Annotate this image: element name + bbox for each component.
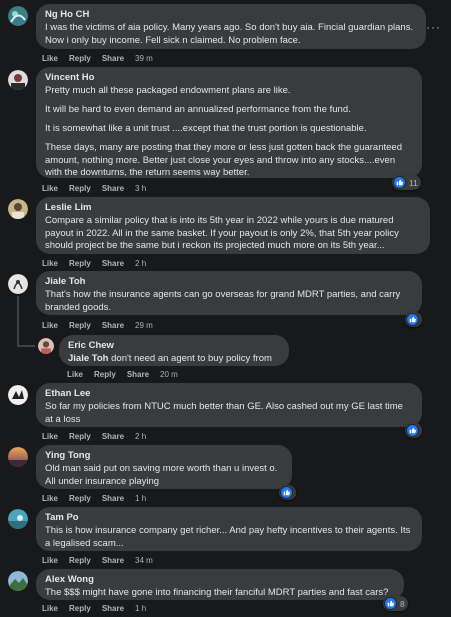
avatar[interactable] bbox=[8, 509, 28, 529]
comment-author[interactable]: Ying Tong bbox=[45, 450, 283, 462]
comment-text: That's how the insurance agents can go o… bbox=[45, 289, 401, 313]
comment-author[interactable]: Jiale Toh bbox=[45, 276, 413, 288]
timestamp[interactable]: 1 h bbox=[135, 604, 146, 613]
like-button[interactable]: Like bbox=[42, 556, 58, 565]
like-reaction-icon bbox=[406, 313, 419, 326]
comment-text: Old man said put on saving more worth th… bbox=[45, 463, 283, 488]
comment-actions: Like Reply Share 29 m bbox=[42, 321, 153, 330]
share-button[interactable]: Share bbox=[102, 604, 124, 613]
comment-actions: Like Reply Share 39 m bbox=[42, 54, 153, 63]
reaction-count[interactable]: 11 bbox=[392, 175, 421, 190]
comment-bubble: Tam Po This is how insurance company get… bbox=[36, 507, 422, 551]
comment-text: I was the victims of aia policy. Many ye… bbox=[45, 22, 414, 46]
avatar[interactable] bbox=[8, 385, 28, 405]
comment-bubble: Vincent Ho Pretty much all these package… bbox=[36, 67, 422, 178]
avatar[interactable] bbox=[8, 6, 28, 26]
comment-author[interactable]: Alex Wong bbox=[45, 574, 395, 586]
timestamp[interactable]: 34 m bbox=[135, 556, 153, 565]
reaction-count[interactable] bbox=[405, 423, 422, 438]
reply-button[interactable]: Reply bbox=[69, 556, 91, 565]
thread-connector bbox=[17, 345, 35, 347]
comment-author[interactable]: Leslie Lim bbox=[45, 202, 421, 214]
reaction-count-text: 11 bbox=[409, 177, 418, 188]
comment-text: The $$$ might have gone into financing t… bbox=[45, 587, 389, 598]
comment-actions: Like Reply Share 1 h bbox=[42, 604, 146, 613]
timestamp[interactable]: 2 h bbox=[135, 432, 146, 441]
comment-text: Jiale Toh don't need an agent to buy pol… bbox=[68, 353, 272, 364]
comment-bubble: Leslie Lim Compare a similar policy that… bbox=[36, 197, 430, 254]
comment-author[interactable]: Eric Chew bbox=[68, 340, 280, 352]
like-button[interactable]: Like bbox=[42, 604, 58, 613]
like-reaction-icon bbox=[280, 486, 293, 499]
comment-line: Old man said put on saving more worth th… bbox=[45, 463, 278, 474]
like-reaction-icon bbox=[393, 176, 406, 189]
reply-button[interactable]: Reply bbox=[69, 432, 91, 441]
comment-author[interactable]: Tam Po bbox=[45, 512, 413, 524]
comment-actions: Like Reply Share 1 h bbox=[42, 494, 146, 503]
reply-button[interactable]: Reply bbox=[69, 321, 91, 330]
comment-text: So far my policies from NTUC much better… bbox=[45, 401, 403, 425]
comment-text: Pretty much all these packaged endowment… bbox=[45, 85, 402, 178]
like-button[interactable]: Like bbox=[67, 370, 83, 379]
share-button[interactable]: Share bbox=[102, 432, 124, 441]
like-button[interactable]: Like bbox=[42, 321, 58, 330]
comment-bubble: Jiale Toh That's how the insurance agent… bbox=[36, 271, 422, 315]
avatar[interactable] bbox=[8, 199, 28, 219]
reaction-count[interactable] bbox=[279, 485, 296, 500]
avatar[interactable] bbox=[8, 274, 28, 294]
comment-line: All under insurance playing bbox=[45, 475, 160, 487]
timestamp[interactable]: 39 m bbox=[135, 54, 153, 63]
avatar[interactable] bbox=[8, 70, 28, 90]
comment-author[interactable]: Ng Ho CH bbox=[45, 9, 417, 21]
mention-link[interactable]: Jiale Toh bbox=[68, 353, 108, 364]
comment-text: This is how insurance company get richer… bbox=[45, 525, 411, 549]
like-button[interactable]: Like bbox=[42, 432, 58, 441]
share-button[interactable]: Share bbox=[102, 259, 124, 268]
comment-text: Compare a similar policy that is into it… bbox=[45, 215, 399, 251]
comment-actions: Like Reply Share 2 h bbox=[42, 432, 146, 441]
comment-actions: Like Reply Share 34 m bbox=[42, 556, 153, 565]
comment-author[interactable]: Vincent Ho bbox=[45, 72, 413, 84]
reply-button[interactable]: Reply bbox=[69, 604, 91, 613]
avatar[interactable] bbox=[8, 571, 28, 591]
comment-actions: Like Reply Share 2 h bbox=[42, 259, 146, 268]
reaction-count[interactable]: 8 bbox=[383, 596, 408, 611]
comment-bubble: Alex Wong The $$$ might have gone into f… bbox=[36, 569, 404, 600]
share-button[interactable]: Share bbox=[102, 556, 124, 565]
reply-button[interactable]: Reply bbox=[94, 370, 116, 379]
reply-button[interactable]: Reply bbox=[69, 494, 91, 503]
share-button[interactable]: Share bbox=[102, 184, 124, 193]
timestamp[interactable]: 1 h bbox=[135, 494, 146, 503]
more-options-icon[interactable]: ··· bbox=[426, 20, 441, 34]
reply-button[interactable]: Reply bbox=[69, 54, 91, 63]
like-reaction-icon bbox=[384, 597, 397, 610]
thread-connector bbox=[17, 296, 19, 346]
reaction-count[interactable] bbox=[405, 312, 422, 327]
timestamp[interactable]: 20 m bbox=[160, 370, 178, 379]
avatar[interactable] bbox=[8, 447, 28, 467]
like-button[interactable]: Like bbox=[42, 54, 58, 63]
like-button[interactable]: Like bbox=[42, 259, 58, 268]
comment-actions: Like Reply Share 3 h bbox=[42, 184, 146, 193]
reaction-count-text: 8 bbox=[400, 598, 405, 609]
reply-button[interactable]: Reply bbox=[69, 259, 91, 268]
like-reaction-icon bbox=[406, 424, 419, 437]
comment-bubble: Ying Tong Old man said put on saving mor… bbox=[36, 445, 292, 489]
avatar[interactable] bbox=[38, 338, 54, 354]
timestamp[interactable]: 29 m bbox=[135, 321, 153, 330]
share-button[interactable]: Share bbox=[102, 321, 124, 330]
like-button[interactable]: Like bbox=[42, 494, 58, 503]
share-button[interactable]: Share bbox=[127, 370, 149, 379]
like-button[interactable]: Like bbox=[42, 184, 58, 193]
reply-button[interactable]: Reply bbox=[69, 184, 91, 193]
timestamp[interactable]: 2 h bbox=[135, 259, 146, 268]
share-button[interactable]: Share bbox=[102, 54, 124, 63]
comment-author[interactable]: Ethan Lee bbox=[45, 388, 413, 400]
comment-bubble: Ng Ho CH I was the victims of aia policy… bbox=[36, 4, 426, 49]
comment-bubble: Ethan Lee So far my policies from NTUC m… bbox=[36, 383, 422, 427]
comment-actions: Like Reply Share 20 m bbox=[67, 370, 178, 379]
comment-bubble: Eric Chew Jiale Toh don't need an agent … bbox=[59, 335, 289, 366]
share-button[interactable]: Share bbox=[102, 494, 124, 503]
timestamp[interactable]: 3 h bbox=[135, 184, 146, 193]
